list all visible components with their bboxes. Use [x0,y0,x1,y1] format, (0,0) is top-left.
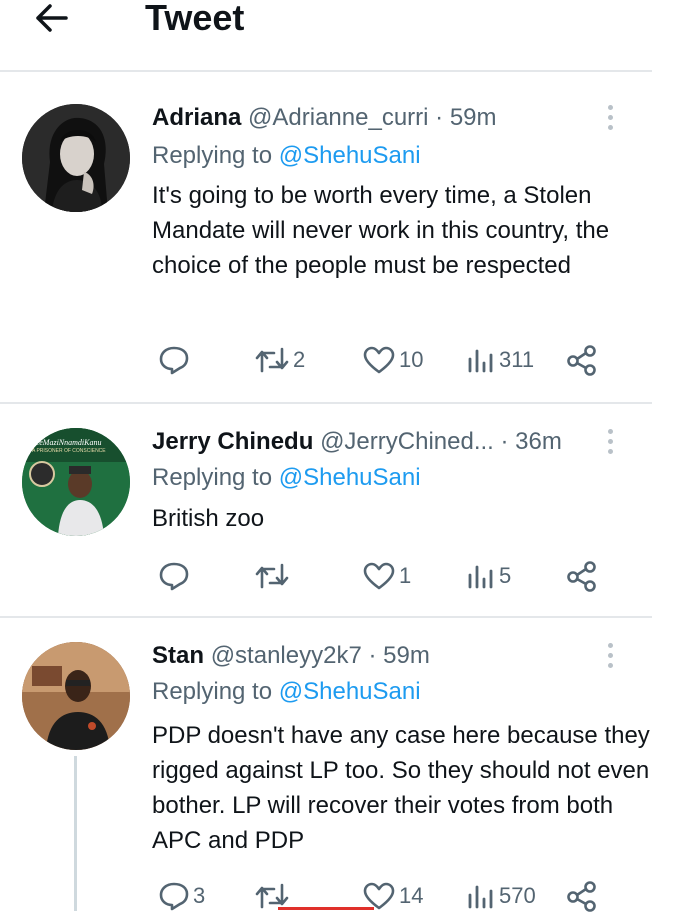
bar-chart-icon [468,885,493,909]
retweet-icon [255,563,289,589]
replying-to: Replying to @ShehuSani [152,142,421,170]
display-name[interactable]: Jerry Chinedu [152,428,313,455]
retweet-button[interactable] [254,560,293,592]
like-count: 1 [399,563,412,588]
tweet-header: Adriana @Adrianne_curri · 59m [152,104,497,132]
tweet-header: Jerry Chinedu @JerryChined... · 36m [152,428,562,456]
user-handle[interactable]: @JerryChined... [320,428,494,455]
views-button[interactable]: 570 [466,880,536,912]
display-name[interactable]: Stan [152,642,204,669]
replying-to-link[interactable]: @ShehuSani [279,142,421,169]
heart-icon [363,562,395,590]
avatar[interactable] [22,642,130,750]
share-icon [567,345,596,376]
views-button[interactable]: 311 [466,344,534,376]
replying-to-link[interactable]: @ShehuSani [279,678,421,705]
reply-tweet-1[interactable]: Adriana @Adrianne_curri · 59m Replying t… [0,76,684,402]
reply-button[interactable] [158,560,190,592]
timestamp[interactable]: · 59m [368,642,429,669]
back-button[interactable] [30,0,78,38]
more-options-button[interactable] [598,426,622,460]
comment-icon [159,882,189,911]
more-options-button[interactable] [598,640,622,674]
retweet-count: 2 [293,347,306,372]
thread-connector [74,756,77,911]
bar-chart-icon [468,349,493,373]
comment-icon [159,562,189,591]
like-count: 10 [399,347,424,372]
display-name[interactable]: Adriana [152,104,241,131]
reply-tweet-3[interactable]: Stan @stanleyy2k7 · 59m Replying to @She… [0,618,684,912]
bar-chart-icon [468,565,493,589]
reply-button[interactable]: 3 [158,880,205,912]
like-button[interactable]: 1 [362,560,411,592]
annotation-underline [278,907,374,910]
avatar-subcaption: A PRISONER OF CONSCIENCE [32,448,106,454]
tweet-text: PDP doesn't have any case here because t… [152,722,650,854]
tweet-text: It's going to be worth every time, a Sto… [152,182,610,279]
view-count: 5 [499,563,512,588]
avatar-caption: FreeMaziNnamdiKanu [28,438,102,447]
reply-button[interactable] [158,344,190,376]
more-options-button[interactable] [598,102,622,136]
replying-to: Replying to @ShehuSani [152,678,421,706]
top-bar: Tweet [0,0,684,72]
page-title: Tweet [145,0,245,38]
timestamp[interactable]: · 36m [501,428,562,455]
share-icon [567,561,596,592]
view-count: 570 [499,883,536,908]
replying-to-label: Replying to [152,142,273,169]
user-handle[interactable]: @Adrianne_curri [248,104,428,131]
share-button[interactable] [566,560,598,592]
tweet-text: British zoo [152,505,265,532]
arrow-left-icon [36,4,68,32]
header-divider [0,70,652,72]
share-button[interactable] [566,880,598,912]
replying-to: Replying to @ShehuSani [152,464,421,492]
retweet-icon [255,347,289,373]
avatar-photo-icon [22,104,130,212]
reply-count: 3 [193,883,206,908]
like-button[interactable]: 10 [362,344,423,376]
views-button[interactable]: 5 [466,560,511,592]
view-count: 311 [499,347,535,372]
share-button[interactable] [566,344,598,376]
replying-to-link[interactable]: @ShehuSani [279,464,421,491]
avatar[interactable] [22,104,130,212]
share-icon [567,881,596,912]
replying-to-label: Replying to [152,678,273,705]
retweet-button[interactable]: 2 [254,344,305,376]
replying-to-label: Replying to [152,464,273,491]
timestamp[interactable]: · 59m [435,104,496,131]
comment-icon [159,346,189,375]
user-handle[interactable]: @stanleyy2k7 [211,642,362,669]
like-count: 14 [399,883,424,908]
heart-icon [363,346,395,374]
avatar-photo-icon [22,642,130,750]
reply-tweet-2[interactable]: FreeMaziNnamdiKanu A PRISONER OF CONSCIE… [0,404,684,616]
tweet-header: Stan @stanleyy2k7 · 59m [152,642,430,670]
